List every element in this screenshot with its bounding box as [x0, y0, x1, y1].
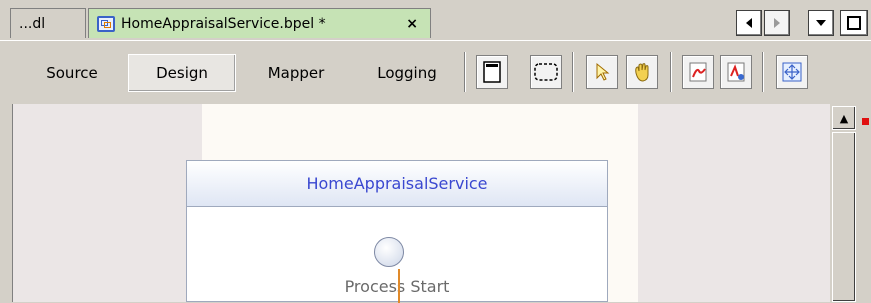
- toolbar-separator: [572, 52, 574, 92]
- scroll-right-icon[interactable]: [764, 10, 790, 36]
- source-view-button[interactable]: Source: [24, 54, 120, 92]
- process-name: HomeAppraisalService: [306, 174, 488, 193]
- error-marker[interactable]: [862, 118, 869, 125]
- process-start-label: Process Start: [344, 277, 450, 296]
- tab-label: HomeAppraisalService.bpel *: [121, 15, 326, 32]
- expand-panel-icon[interactable]: [476, 55, 508, 89]
- tab-homeappraisal-bpel[interactable]: HomeAppraisalService.bpel * ×: [88, 8, 431, 38]
- tab-file-wsdl[interactable]: ...dl: [10, 8, 86, 38]
- scroll-up-icon: ▲: [839, 111, 849, 125]
- pdf-print-icon[interactable]: [720, 55, 752, 89]
- mapper-label: Mapper: [267, 64, 325, 82]
- close-tab-icon[interactable]: ×: [402, 16, 422, 32]
- scroll-up-button[interactable]: ▲: [832, 106, 856, 130]
- hand-pan-icon[interactable]: [626, 55, 658, 89]
- tab-label: ...dl: [19, 15, 46, 32]
- collapse-panel-icon[interactable]: [530, 55, 562, 89]
- pdf-export-icon[interactable]: [682, 55, 714, 89]
- process-container[interactable]: HomeAppraisalService Process Start: [186, 160, 608, 303]
- bpel-file-icon: [97, 15, 115, 32]
- fit-diagram-icon[interactable]: [776, 55, 808, 89]
- toolbar-separator: [670, 52, 672, 92]
- select-cursor-icon[interactable]: [586, 55, 618, 89]
- scroll-left-icon[interactable]: [736, 10, 762, 36]
- mapper-view-button[interactable]: Mapper: [244, 54, 348, 92]
- logging-label: Logging: [377, 64, 437, 82]
- process-start-node[interactable]: [374, 237, 404, 267]
- source-label: Source: [46, 64, 98, 82]
- toolbar-separator: [762, 52, 764, 92]
- scrollbar-thumb[interactable]: [832, 132, 856, 302]
- maximize-icon[interactable]: [840, 10, 868, 36]
- logging-view-button[interactable]: Logging: [354, 54, 460, 92]
- process-title-header[interactable]: HomeAppraisalService: [187, 161, 607, 207]
- toolbar-separator: [464, 52, 466, 92]
- design-label: Design: [156, 64, 208, 82]
- chevron-down-icon[interactable]: [808, 10, 834, 36]
- flow-connector-line: [398, 269, 400, 303]
- design-view-button[interactable]: Design: [128, 54, 236, 92]
